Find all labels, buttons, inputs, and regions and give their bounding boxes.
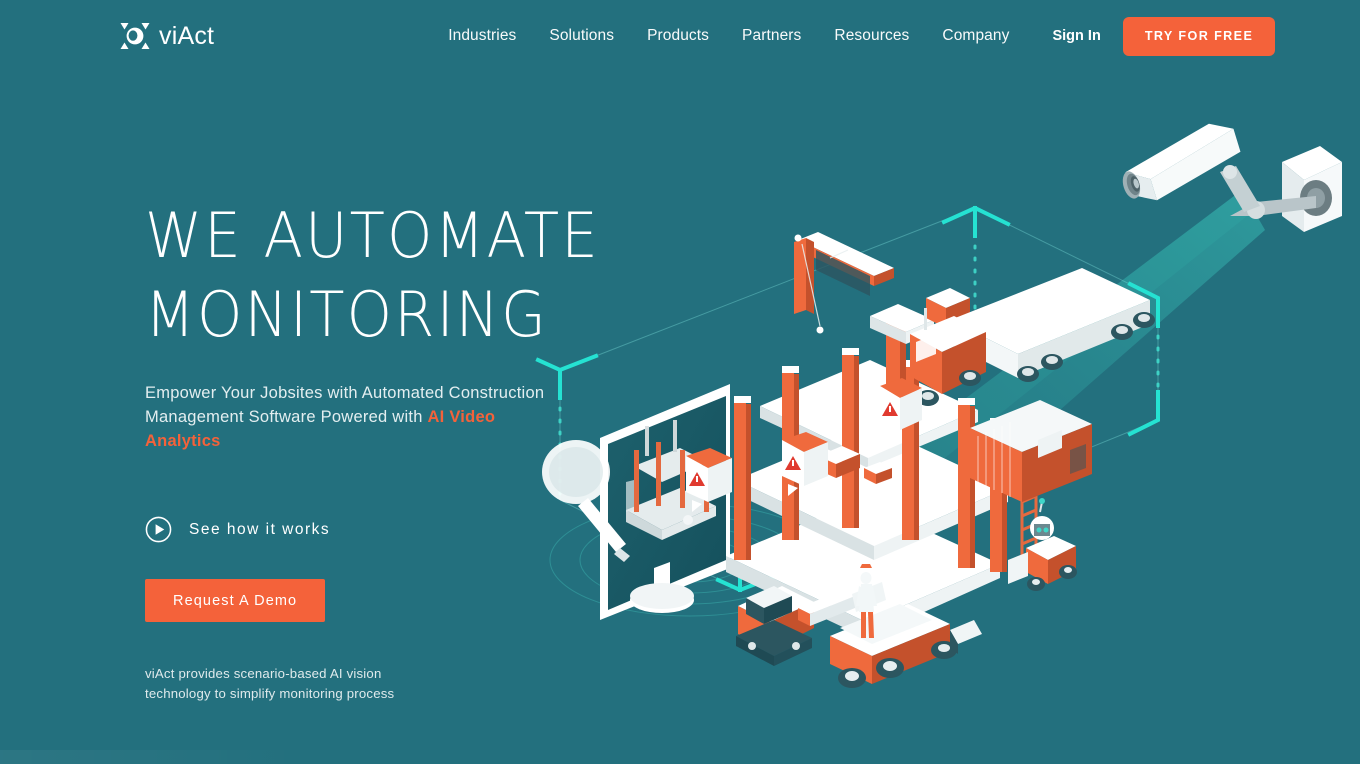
request-demo-button[interactable]: Request A Demo (145, 579, 326, 623)
tower-crane (794, 232, 970, 388)
hero-page: viAct Industries Solutions Products Part… (0, 0, 1360, 764)
play-circle-icon[interactable] (145, 516, 172, 543)
try-for-free-button[interactable]: TRY FOR FREE (1122, 16, 1276, 56)
nav-item-resources[interactable]: Resources (834, 27, 909, 45)
site-header: viAct Industries Solutions Products Part… (0, 0, 1360, 72)
section-divider (0, 750, 300, 764)
nav-item-solutions[interactable]: Solutions (549, 27, 614, 45)
alert-bubble (880, 378, 922, 440)
sign-in-link[interactable]: Sign In (1052, 28, 1100, 44)
semi-truck (910, 268, 1155, 406)
main-navigation: Industries Solutions Products Partners R… (448, 27, 1009, 45)
see-how-it-works-link[interactable]: See how it works (145, 516, 330, 543)
see-how-it-works-label: See how it works (189, 520, 331, 538)
nav-item-industries[interactable]: Industries (448, 27, 516, 45)
brand-name: viAct (159, 21, 215, 50)
hero-content: WE AUTOMATE MONITORING Empower Your Jobs… (145, 196, 705, 704)
header-actions: Sign In TRY FOR FREE (1052, 16, 1276, 56)
nav-item-partners[interactable]: Partners (742, 27, 801, 45)
construction-building (726, 348, 1038, 638)
viact-eye-logo-icon (120, 21, 150, 51)
brand-logo[interactable]: viAct (120, 21, 214, 51)
nav-item-company[interactable]: Company (942, 27, 1009, 45)
worker (856, 564, 877, 638)
alert-bubble (782, 432, 828, 496)
hero-subheading: Empower Your Jobsites with Automated Con… (145, 381, 545, 454)
cctv-camera (1122, 123, 1342, 232)
nav-item-products[interactable]: Products (647, 27, 709, 45)
excavator (736, 582, 886, 666)
hero-tagline: viAct provides scenario-based AI vision … (145, 666, 395, 702)
page-title: WE AUTOMATE MONITORING (145, 199, 600, 352)
camera-light-cone (762, 190, 1265, 640)
shipping-container (970, 400, 1092, 502)
dump-truck (830, 604, 982, 688)
robot-loader (1008, 498, 1077, 591)
